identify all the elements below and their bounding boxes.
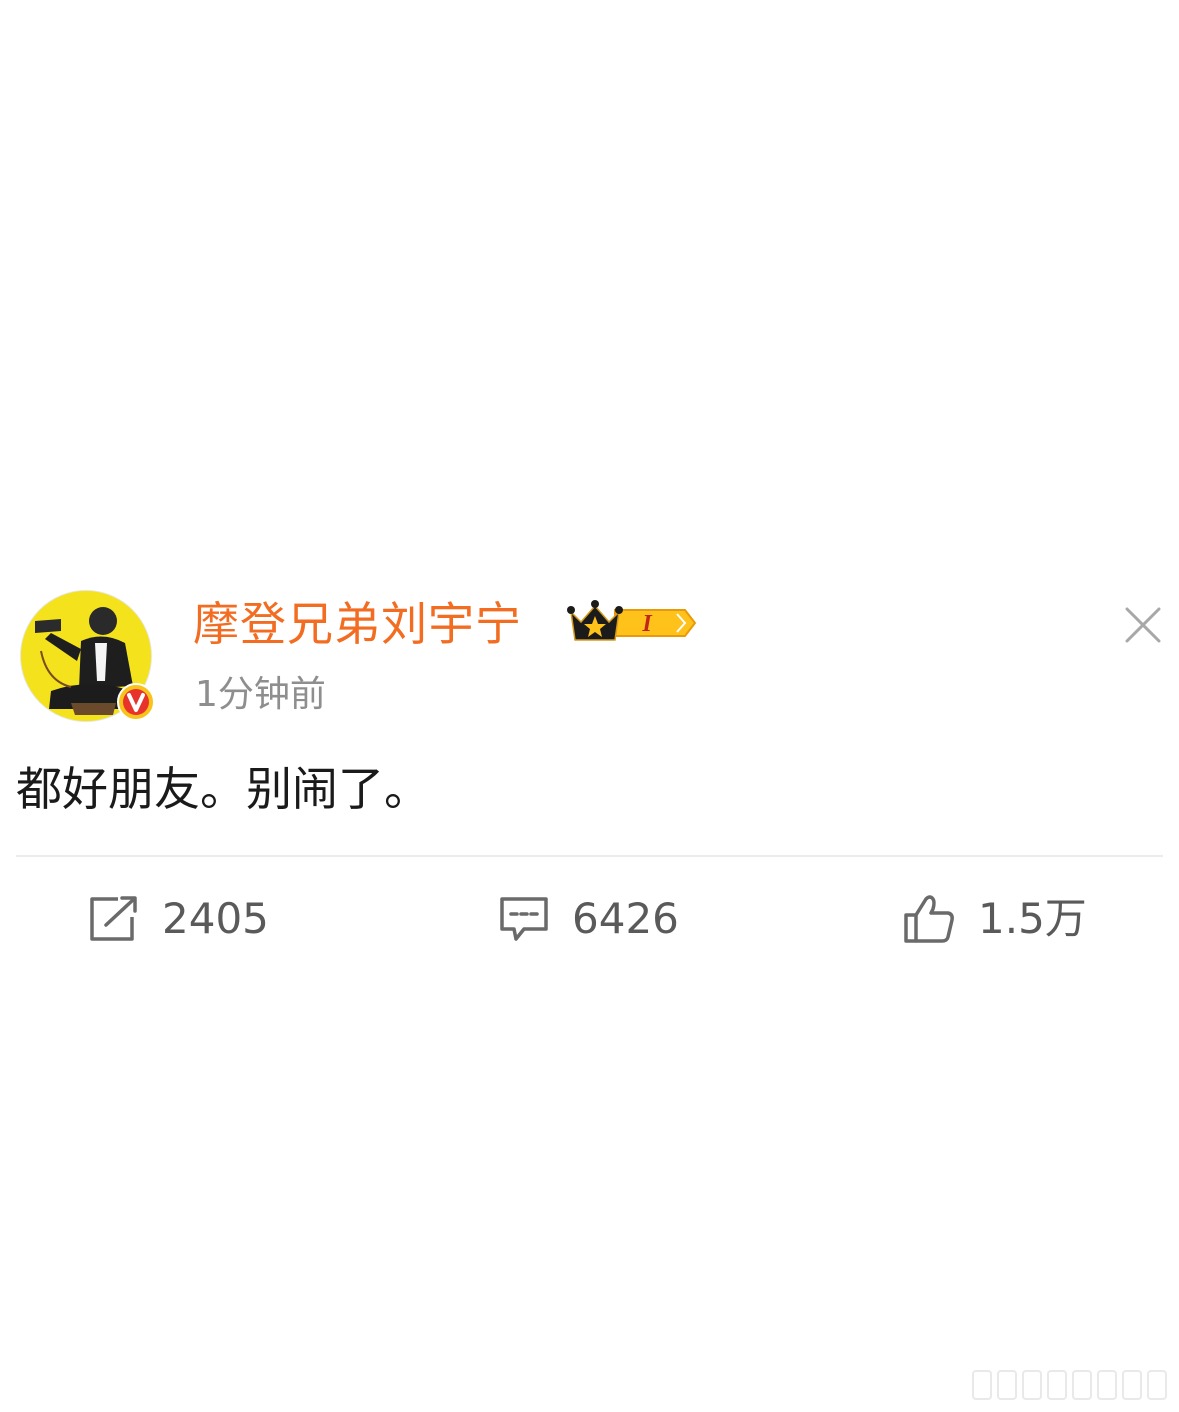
weibo-post-card: 摩登兄弟刘宇宁 I 1分钟前 都好朋友。别闹了。 2405 6426 1.5万: [0, 0, 1179, 1412]
post-text: 都好朋友。别闹了。: [16, 762, 430, 816]
author-name[interactable]: 摩登兄弟刘宇宁: [193, 596, 522, 652]
author-avatar[interactable]: [20, 590, 155, 722]
verified-v-icon: [116, 682, 156, 722]
like-button[interactable]: 1.5万: [902, 886, 1087, 952]
member-level-label: I: [641, 611, 653, 637]
crown-member-icon[interactable]: I: [565, 598, 699, 648]
like-count: 1.5万: [978, 894, 1087, 943]
thumbs-up-icon: [902, 893, 956, 945]
watermark: [972, 1370, 1168, 1402]
repost-icon: [88, 895, 140, 943]
divider: [16, 855, 1163, 857]
close-icon[interactable]: [1118, 600, 1168, 650]
comment-count: 6426: [572, 894, 679, 943]
post-timestamp: 1分钟前: [195, 674, 326, 715]
comment-icon: [498, 895, 550, 943]
comment-button[interactable]: 6426: [498, 886, 679, 952]
repost-count: 2405: [162, 894, 269, 943]
repost-button[interactable]: 2405: [88, 886, 269, 952]
